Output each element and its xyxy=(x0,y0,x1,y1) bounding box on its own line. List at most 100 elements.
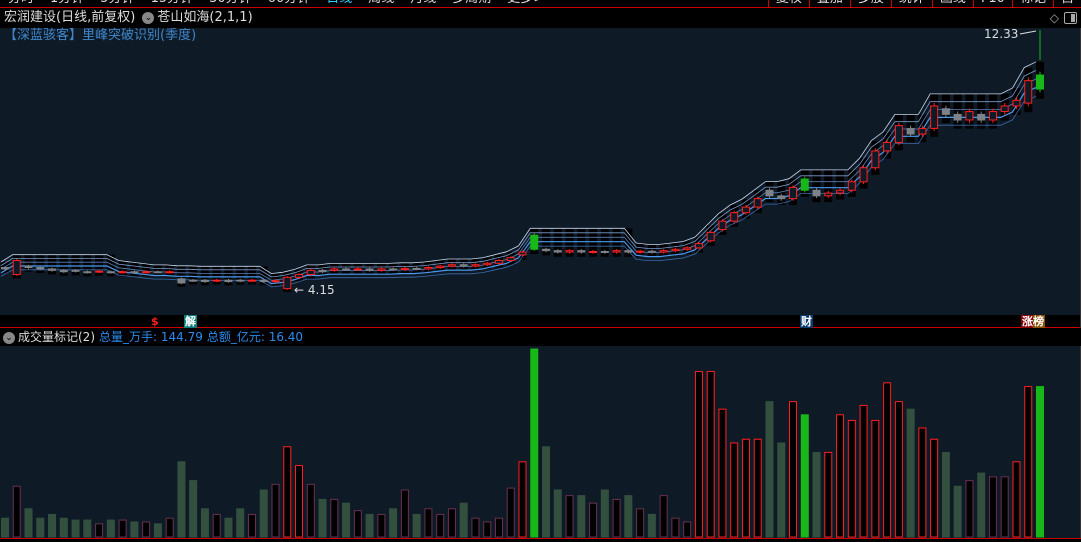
volume-bar xyxy=(424,508,433,538)
panel-toggle-icon[interactable] xyxy=(1064,12,1077,24)
volume-bar xyxy=(471,517,480,538)
volume-bar xyxy=(871,419,880,538)
candle-body xyxy=(353,268,362,271)
candle-body xyxy=(118,271,127,274)
volume-bar xyxy=(271,483,280,538)
candle-body xyxy=(871,150,880,169)
candle-body xyxy=(706,231,715,242)
candle-body xyxy=(824,192,833,197)
candle-body xyxy=(1012,99,1021,107)
period-tab[interactable]: 周线 xyxy=(360,0,402,7)
volume-bar xyxy=(83,519,92,538)
volume-bar xyxy=(918,427,927,538)
candle-body xyxy=(977,113,986,121)
period-tab[interactable]: 30分钟 xyxy=(201,0,260,7)
candle-body xyxy=(436,265,445,269)
volume-bar xyxy=(624,495,633,538)
volume-bar xyxy=(765,401,774,538)
candle-body xyxy=(424,267,433,270)
candle-body xyxy=(906,127,915,135)
candle-body xyxy=(365,268,374,271)
volume-bar xyxy=(1,517,9,538)
volume-bar xyxy=(553,489,562,538)
candle-body xyxy=(1036,74,1044,90)
candle-body xyxy=(212,279,221,282)
volume-bar xyxy=(542,446,551,538)
volume-bar xyxy=(589,502,598,538)
volume-bar xyxy=(353,510,362,538)
low-price-label: ← 4.15 xyxy=(294,283,335,297)
volume-bar xyxy=(741,438,750,538)
diamond-icon[interactable]: ◇ xyxy=(1050,8,1059,28)
period-tab[interactable]: 月线 xyxy=(402,0,444,7)
candle-body xyxy=(71,269,80,272)
period-tab[interactable]: 多周期 xyxy=(444,0,499,7)
volume-bar xyxy=(165,517,174,538)
toolbar-button[interactable]: 统计 xyxy=(890,0,932,7)
candle-body xyxy=(24,265,33,269)
period-tab[interactable]: 日线 xyxy=(318,0,360,7)
volume-bar xyxy=(1012,461,1021,538)
chart-canvas[interactable] xyxy=(0,0,1081,542)
volume-bar xyxy=(847,419,856,538)
period-tab[interactable]: 5分钟 xyxy=(92,0,142,7)
unlock-marker[interactable]: 解 xyxy=(184,315,197,328)
candle-body xyxy=(142,271,151,274)
volume-bar xyxy=(1024,386,1033,538)
toolbar-button[interactable]: 叠加 xyxy=(808,0,850,7)
candle-body xyxy=(789,186,798,200)
volume-bar xyxy=(142,521,151,538)
period-tab[interactable]: 60分钟 xyxy=(260,0,319,7)
toolbar-button[interactable]: 复权 xyxy=(767,0,809,7)
limit-list-marker[interactable]: 涨榜 xyxy=(1021,315,1045,328)
candle-body xyxy=(342,268,351,271)
volume-bar xyxy=(930,438,939,538)
period-tab[interactable]: 1分钟 xyxy=(42,0,92,7)
toolbar-button[interactable]: 标记 xyxy=(1011,0,1053,7)
toolbar-button[interactable]: 画线 xyxy=(931,0,973,7)
volume-bar xyxy=(753,438,762,538)
volume-bar xyxy=(224,517,233,538)
candle-body xyxy=(565,250,574,253)
volume-bar xyxy=(671,517,680,538)
volume-bar xyxy=(777,442,786,538)
volume-bar xyxy=(883,382,892,538)
candle-body xyxy=(83,271,92,274)
volume-title[interactable]: 成交量标记(2) xyxy=(18,330,95,344)
volume-bar xyxy=(906,408,915,538)
chevron-down-icon[interactable]: ⌄ xyxy=(142,11,155,24)
candle-body xyxy=(765,189,774,197)
volume-bar xyxy=(95,523,104,538)
high-price-label: 12.33 xyxy=(984,27,1019,41)
candle-body xyxy=(965,111,974,121)
toolbar-button[interactable]: 多股 xyxy=(849,0,891,7)
volume-bar xyxy=(306,483,315,538)
indicator-name[interactable]: 苍山如海(2,1,1) xyxy=(157,10,252,25)
volume-bar xyxy=(283,446,292,538)
candle-body xyxy=(859,167,868,183)
period-tab[interactable]: 15分钟 xyxy=(143,0,202,7)
toolbar-button[interactable]: 自 xyxy=(1052,0,1081,7)
total-amount: 总额_亿元: 16.40 xyxy=(206,330,304,344)
finance-marker[interactable]: 财 xyxy=(800,315,813,328)
volume-bar xyxy=(600,489,609,538)
period-tab[interactable]: 分时 xyxy=(0,0,42,7)
candle-body xyxy=(483,262,492,266)
chevron-down-icon[interactable]: ⌄ xyxy=(3,331,15,344)
dividend-marker[interactable]: $ xyxy=(150,315,160,328)
volume-bar xyxy=(988,476,997,538)
candle-body xyxy=(377,268,386,271)
volume-bar xyxy=(459,502,468,538)
candle-body xyxy=(941,108,950,115)
period-tab[interactable]: 更多> xyxy=(499,0,552,7)
volume-bar xyxy=(106,519,115,538)
volume-bar xyxy=(24,508,33,538)
toolbar-button[interactable]: F10 xyxy=(972,0,1012,7)
volume-bar xyxy=(236,508,245,538)
low-price-value: 4.15 xyxy=(307,283,335,297)
indicator-legend: 【深蓝骇客】里峰突破识别(季度) xyxy=(4,28,197,43)
volume-bar xyxy=(247,513,256,538)
volume-bar xyxy=(59,517,68,538)
candle-body xyxy=(530,234,539,250)
candle-body xyxy=(153,271,162,274)
